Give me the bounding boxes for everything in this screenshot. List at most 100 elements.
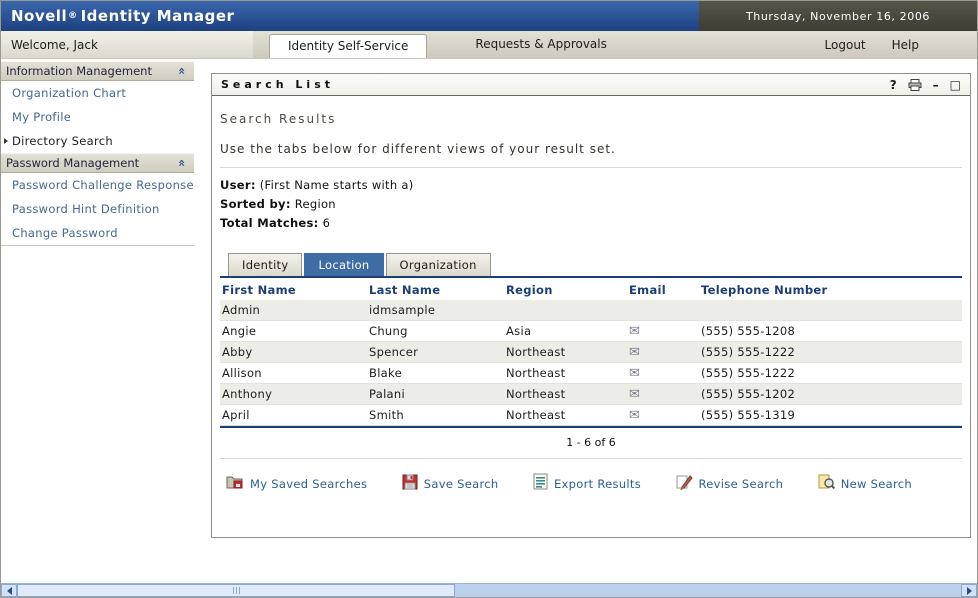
logout-link[interactable]: Logout [825,38,866,52]
selected-item-marker [4,138,8,144]
portlet-titlebar: Search List ? – □ [212,74,970,96]
maximize-icon[interactable]: □ [950,79,961,91]
table-row: Abby Spencer Northeast ✉ (555) 555-1222 [220,342,962,363]
sidebar-item-password-hint-definition[interactable]: Password Hint Definition [1,197,194,221]
sidebar-item-organization-chart[interactable]: Organization Chart [1,81,194,105]
collapse-chevron-icon[interactable]: « [176,159,188,167]
table-row: Anthony Palani Northeast ✉ (555) 555-120… [220,384,962,405]
cell-first-name: Anthony [220,384,367,405]
cell-email: ✉ [627,405,699,426]
results-instructions: Use the tabs below for different views o… [220,142,962,156]
horizontal-scrollbar[interactable] [1,583,977,597]
saved-searches-icon [226,474,244,494]
cell-phone: (555) 555-1319 [699,405,962,426]
top-nav-links: Logout Help [825,38,977,52]
scrollbar-track[interactable] [17,584,961,597]
new-search-button[interactable]: New Search [818,474,912,494]
cell-last-name: Palani [367,384,504,405]
summary-sorted-label: Sorted by: [220,197,291,211]
portlet-window-controls: ? – □ [890,79,961,91]
summary-matches-label: Total Matches: [220,216,319,230]
scrollbar-thumb[interactable] [17,584,455,597]
column-header-email: Email [627,278,699,300]
email-envelope-icon[interactable]: ✉ [629,345,640,360]
minimize-icon[interactable]: – [933,79,939,91]
table-row: April Smith Northeast ✉ (555) 555-1319 [220,405,962,426]
app-window: Novell®Identity Manager Thursday, Novemb… [0,0,978,598]
export-document-icon [533,473,548,494]
thumb-grip-icon [236,587,237,594]
sidebar-items-group: Organization Chart My Profile Directory … [1,81,194,153]
sidebar-section-title: Password Management [6,156,139,170]
cell-first-name: April [220,405,367,426]
cell-phone: (555) 555-1208 [699,321,962,342]
revise-search-button[interactable]: Revise Search [676,474,784,494]
sidebar-section-information-management[interactable]: Information Management « [1,61,194,81]
my-saved-searches-button[interactable]: My Saved Searches [226,474,367,494]
tab-requests-approvals[interactable]: Requests & Approvals [457,33,624,58]
table-bottom-line [220,426,962,428]
cell-last-name: Spencer [367,342,504,363]
sidebar-item-directory-search[interactable]: Directory Search [1,129,194,153]
current-date: Thursday, November 16, 2006 [699,1,977,31]
welcome-nav-strip: Welcome, Jack Identity Self-Service Requ… [1,31,977,59]
print-icon[interactable] [908,79,922,91]
cell-first-name: Abby [220,342,367,363]
action-label: Save Search [424,477,499,491]
table-row: Allison Blake Northeast ✉ (555) 555-1222 [220,363,962,384]
thumb-grip-icon [233,587,234,594]
revise-pencil-icon [676,474,693,494]
cell-email: ✉ [627,363,699,384]
column-header-region: Region [504,278,627,300]
brand-area: Novell®Identity Manager [1,1,699,31]
pagination-status: 1 - 6 of 6 [220,436,962,449]
action-bar: My Saved Searches Save Search Export Res… [226,473,958,494]
tab-location-view[interactable]: Location [304,253,383,276]
cell-region: Northeast [504,405,627,426]
cell-email: ✉ [627,384,699,405]
email-envelope-icon[interactable]: ✉ [629,324,640,339]
search-results-heading: Search Results [220,112,962,126]
cell-phone: (555) 555-1222 [699,363,962,384]
cell-first-name: Admin [220,300,367,321]
cell-region [504,300,627,321]
sidebar-section-password-management[interactable]: Password Management « [1,153,194,173]
collapse-chevron-icon[interactable]: « [176,67,188,75]
top-header-bar: Novell®Identity Manager Thursday, Novemb… [1,1,977,31]
action-label: New Search [841,477,912,491]
scroll-right-arrow-icon [967,587,972,595]
scroll-right-button[interactable] [961,584,977,597]
cell-phone [699,300,962,321]
sidebar-section-title: Information Management [6,64,152,78]
email-envelope-icon[interactable]: ✉ [629,408,640,423]
cell-phone: (555) 555-1202 [699,384,962,405]
help-link[interactable]: Help [892,38,919,52]
export-results-button[interactable]: Export Results [533,473,641,494]
search-summary: User:(First Name starts with a) Sorted b… [220,176,962,233]
summary-matches-value: 6 [323,216,331,230]
cell-email [627,300,699,321]
cell-phone: (555) 555-1222 [699,342,962,363]
tab-organization-view[interactable]: Organization [386,253,491,276]
sidebar: Information Management « Organization Ch… [1,61,194,246]
scroll-left-button[interactable] [1,584,17,597]
sidebar-item-change-password[interactable]: Change Password [1,221,194,245]
save-search-button[interactable]: Save Search [402,474,499,494]
column-header-last-name: Last Name [367,278,504,300]
email-envelope-icon[interactable]: ✉ [629,366,640,381]
registered-mark: ® [68,11,78,21]
tab-identity-view[interactable]: Identity [228,253,302,276]
cell-first-name: Angie [220,321,367,342]
tab-identity-self-service[interactable]: Identity Self-Service [269,34,427,58]
sidebar-item-my-profile[interactable]: My Profile [1,105,194,129]
actions-divider [220,458,962,459]
sidebar-item-password-challenge-response[interactable]: Password Challenge Response [1,173,194,197]
email-envelope-icon[interactable]: ✉ [629,387,640,402]
results-table: First Name Last Name Region Email Teleph… [220,278,962,426]
search-list-portlet: Search List ? – □ Search Results Use the… [211,73,971,538]
table-row: Admin idmsample [220,300,962,321]
thumb-grip-icon [239,587,240,594]
cell-region: Northeast [504,384,627,405]
save-disk-icon [402,474,418,494]
help-icon[interactable]: ? [890,79,897,91]
